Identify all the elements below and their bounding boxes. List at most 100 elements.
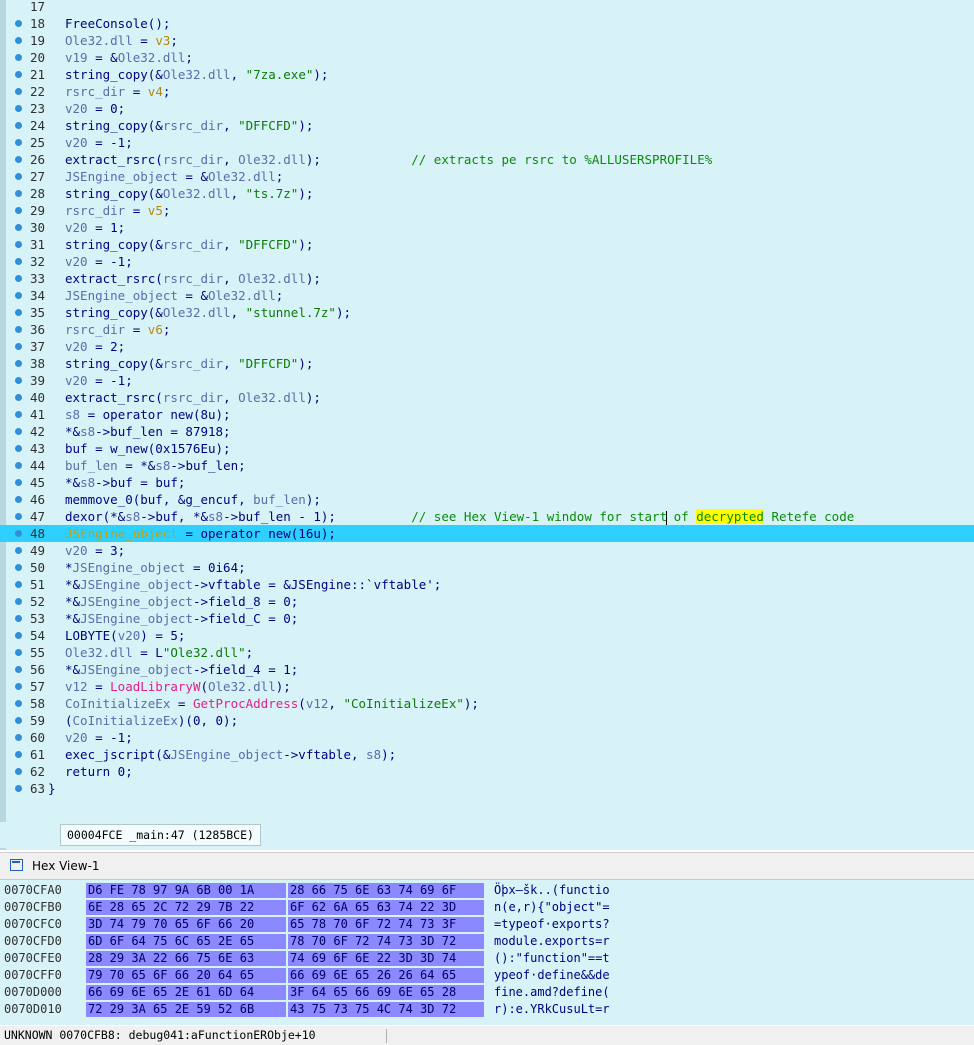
- breakpoint-dot-icon[interactable]: [15, 190, 22, 197]
- code-line[interactable]: 19 Ole32.dll = v3;: [0, 32, 974, 49]
- hex-row[interactable]: 0070CFE0 28 29 3A 22 66 75 6E 63 74 69 6F …: [0, 950, 974, 967]
- code-line[interactable]: 33 extract_rsrc(rsrc_dir, Ole32.dll);: [0, 270, 974, 287]
- code-line[interactable]: 23 v20 = 0;: [0, 100, 974, 117]
- breakpoint-dot-icon[interactable]: [15, 343, 22, 350]
- hex-view-pane[interactable]: 0070CFA0 D6 FE 78 97 9A 6B 00 1A 28 66 75 …: [0, 880, 974, 1025]
- hex-row[interactable]: 0070CFF0 79 70 65 6F 66 20 64 65 66 69 6E …: [0, 967, 974, 984]
- code-line[interactable]: 49 v20 = 3;: [0, 542, 974, 559]
- breakpoint-dot-icon[interactable]: [15, 564, 22, 571]
- code-line[interactable]: 52 *&JSEngine_object->field_8 = 0;: [0, 593, 974, 610]
- breakpoint-dot-icon[interactable]: [15, 683, 22, 690]
- code-line[interactable]: 41 s8 = operator new(8u);: [0, 406, 974, 423]
- breakpoint-dot-icon[interactable]: [15, 54, 22, 61]
- breakpoint-dot-icon[interactable]: [15, 292, 22, 299]
- breakpoint-dot-icon[interactable]: [15, 717, 22, 724]
- code-line[interactable]: 61 exec_jscript(&JSEngine_object->vftable…: [0, 746, 974, 763]
- code-line[interactable]: 43 buf = w_new(0x1576Eu);: [0, 440, 974, 457]
- code-line[interactable]: 63}: [0, 780, 974, 797]
- breakpoint-dot-icon[interactable]: [15, 224, 22, 231]
- breakpoint-dot-icon[interactable]: [15, 394, 22, 401]
- code-line[interactable]: 51 *&JSEngine_object->vftable = &JSEngine…: [0, 576, 974, 593]
- breakpoint-dot-icon[interactable]: [15, 360, 22, 367]
- hex-row[interactable]: 0070CFC0 3D 74 79 70 65 6F 66 20 65 78 70 …: [0, 916, 974, 933]
- breakpoint-dot-icon[interactable]: [15, 700, 22, 707]
- breakpoint-dot-icon[interactable]: [15, 122, 22, 129]
- code-line[interactable]: 27 JSEngine_object = &Ole32.dll;: [0, 168, 974, 185]
- breakpoint-dot-icon[interactable]: [15, 275, 22, 282]
- code-line[interactable]: 59 (CoInitializeEx)(0, 0);: [0, 712, 974, 729]
- code-line[interactable]: 38 string_copy(&rsrc_dir, "DFFCFD");: [0, 355, 974, 372]
- hex-row[interactable]: 0070D000 66 69 6E 65 2E 61 6D 64 3F 64 65 …: [0, 984, 974, 1001]
- breakpoint-dot-icon[interactable]: [15, 598, 22, 605]
- breakpoint-dot-icon[interactable]: [15, 309, 22, 316]
- code-line[interactable]: 18 FreeConsole();: [0, 15, 974, 32]
- breakpoint-dot-icon[interactable]: [15, 411, 22, 418]
- code-line[interactable]: 28 string_copy(&Ole32.dll, "ts.7z");: [0, 185, 974, 202]
- hex-row[interactable]: 0070D010 72 29 3A 65 2E 59 52 6B 43 75 73 …: [0, 1001, 974, 1018]
- code-line[interactable]: 55 Ole32.dll = L"Ole32.dll";: [0, 644, 974, 661]
- pseudocode-view[interactable]: 17 18 FreeConsole(); 19 Ole32.dll = v3; 20 v19…: [0, 0, 974, 850]
- breakpoint-dot-icon[interactable]: [15, 445, 22, 452]
- code-line[interactable]: 45 *&s8->buf = buf;: [0, 474, 974, 491]
- breakpoint-dot-icon[interactable]: [15, 88, 22, 95]
- code-line[interactable]: 37 v20 = 2;: [0, 338, 974, 355]
- code-line[interactable]: 31 string_copy(&rsrc_dir, "DFFCFD");: [0, 236, 974, 253]
- breakpoint-dot-icon[interactable]: [15, 547, 22, 554]
- breakpoint-dot-icon[interactable]: [15, 513, 22, 520]
- code-line[interactable]: 24 string_copy(&rsrc_dir, "DFFCFD");: [0, 117, 974, 134]
- breakpoint-dot-icon[interactable]: [15, 581, 22, 588]
- breakpoint-dot-icon[interactable]: [15, 479, 22, 486]
- code-line[interactable]: 50 *JSEngine_object = 0i64;: [0, 559, 974, 576]
- breakpoint-dot-icon[interactable]: [15, 496, 22, 503]
- code-line[interactable]: 44 buf_len = *&s8->buf_len;: [0, 457, 974, 474]
- breakpoint-dot-icon[interactable]: [15, 666, 22, 673]
- code-line[interactable]: 34 JSEngine_object = &Ole32.dll;: [0, 287, 974, 304]
- code-line[interactable]: 21 string_copy(&Ole32.dll, "7za.exe");: [0, 66, 974, 83]
- breakpoint-dot-icon[interactable]: [15, 734, 22, 741]
- hex-row[interactable]: 0070CFD0 6D 6F 64 75 6C 65 2E 65 78 70 6F …: [0, 933, 974, 950]
- code-line[interactable]: 56 *&JSEngine_object->field_4 = 1;: [0, 661, 974, 678]
- code-line[interactable]: 30 v20 = 1;: [0, 219, 974, 236]
- breakpoint-dot-icon[interactable]: [15, 173, 22, 180]
- code-line[interactable]: 39 v20 = -1;: [0, 372, 974, 389]
- code-line[interactable]: 25 v20 = -1;: [0, 134, 974, 151]
- code-line[interactable]: 54 LOBYTE(v20) = 5;: [0, 627, 974, 644]
- breakpoint-dot-icon[interactable]: [15, 632, 22, 639]
- code-line[interactable]: 40 extract_rsrc(rsrc_dir, Ole32.dll);: [0, 389, 974, 406]
- code-line[interactable]: 57 v12 = LoadLibraryW(Ole32.dll);: [0, 678, 974, 695]
- hex-row[interactable]: 0070CFA0 D6 FE 78 97 9A 6B 00 1A 28 66 75 …: [0, 882, 974, 899]
- breakpoint-dot-icon[interactable]: [15, 377, 22, 384]
- breakpoint-dot-icon[interactable]: [15, 428, 22, 435]
- breakpoint-dot-icon[interactable]: [15, 20, 22, 27]
- breakpoint-dot-icon[interactable]: [15, 615, 22, 622]
- code-line[interactable]: 60 v20 = -1;: [0, 729, 974, 746]
- code-line[interactable]: 17: [0, 0, 974, 15]
- breakpoint-dot-icon[interactable]: [15, 105, 22, 112]
- breakpoint-dot-icon[interactable]: [15, 751, 22, 758]
- breakpoint-dot-icon[interactable]: [15, 37, 22, 44]
- breakpoint-dot-icon[interactable]: [15, 241, 22, 248]
- breakpoint-dot-icon[interactable]: [15, 326, 22, 333]
- breakpoint-dot-icon[interactable]: [15, 785, 22, 792]
- code-line[interactable]: 47 dexor(*&s8->buf, *&s8->buf_len - 1); /…: [0, 508, 974, 525]
- code-line[interactable]: 29 rsrc_dir = v5;: [0, 202, 974, 219]
- breakpoint-dot-icon[interactable]: [15, 649, 22, 656]
- breakpoint-dot-icon[interactable]: [15, 258, 22, 265]
- code-line[interactable]: 48 JSEngine_object = operator new(16u);: [0, 525, 974, 542]
- breakpoint-dot-icon[interactable]: [15, 768, 22, 775]
- code-line[interactable]: 26 extract_rsrc(rsrc_dir, Ole32.dll); // …: [0, 151, 974, 168]
- code-line[interactable]: 32 v20 = -1;: [0, 253, 974, 270]
- code-line[interactable]: 58 CoInitializeEx = GetProcAddress(v12, "…: [0, 695, 974, 712]
- breakpoint-dot-icon[interactable]: [15, 207, 22, 214]
- breakpoint-dot-icon[interactable]: [15, 156, 22, 163]
- hex-view-title-bar[interactable]: Hex View-1: [0, 852, 974, 880]
- breakpoint-dot-icon[interactable]: [15, 139, 22, 146]
- code-line[interactable]: 46 memmove_0(buf, &g_encuf, buf_len);: [0, 491, 974, 508]
- code-line[interactable]: 22 rsrc_dir = v4;: [0, 83, 974, 100]
- code-line[interactable]: 20 v19 = &Ole32.dll;: [0, 49, 974, 66]
- code-line[interactable]: 62 return 0;: [0, 763, 974, 780]
- code-line[interactable]: 35 string_copy(&Ole32.dll, "stunnel.7z");: [0, 304, 974, 321]
- hex-row[interactable]: 0070CFB0 6E 28 65 2C 72 29 7B 22 6F 62 6A …: [0, 899, 974, 916]
- breakpoint-dot-icon[interactable]: [15, 71, 22, 78]
- code-line[interactable]: 53 *&JSEngine_object->field_C = 0;: [0, 610, 974, 627]
